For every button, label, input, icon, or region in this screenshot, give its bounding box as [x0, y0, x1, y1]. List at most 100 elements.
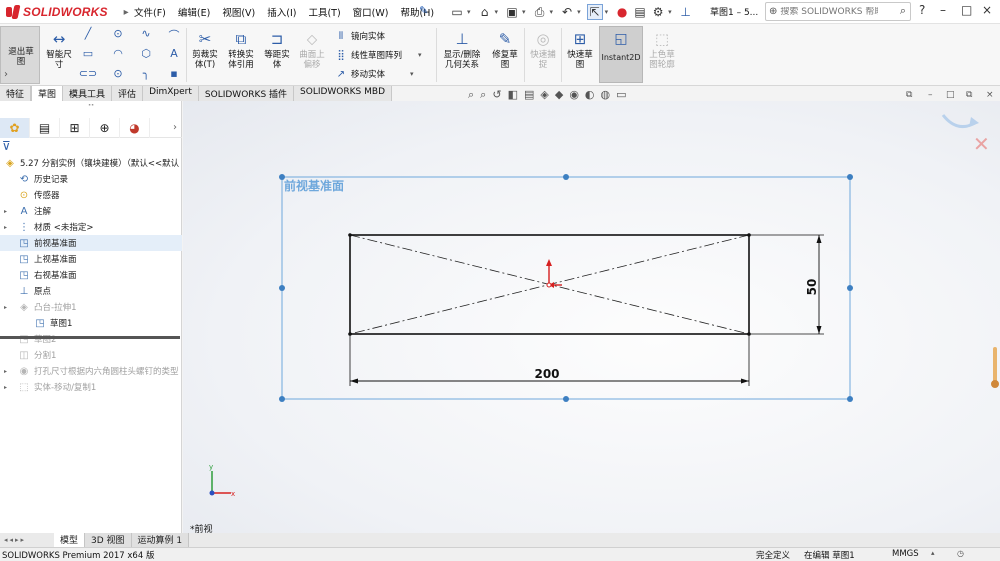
tree-item[interactable]: ◫ 分割1	[0, 347, 182, 363]
expand-toggle-icon[interactable]: ▸	[4, 304, 12, 311]
rollback-bar[interactable]	[0, 336, 180, 339]
tab-sketch[interactable]: 草图	[31, 86, 64, 101]
rebuild-icon[interactable]: ●	[614, 4, 630, 20]
select-dropdown-icon[interactable]: ▾	[605, 8, 609, 16]
hide-show-items-icon[interactable]: ◉	[569, 88, 579, 102]
open-icon[interactable]: ⌂	[477, 4, 493, 20]
tree-item[interactable]: ◳ 右视基准面	[0, 267, 182, 283]
close-button[interactable]: ×	[982, 3, 992, 17]
offset-entities-button[interactable]: ⊐ 等距实 体	[262, 26, 292, 84]
property-manager-icon[interactable]: ▤	[30, 117, 60, 138]
display-delete-relations-button[interactable]: ⊥ 显示/删除 几何关系	[439, 26, 485, 84]
text-icon[interactable]: A	[164, 47, 184, 63]
tab-evaluate[interactable]: 评估	[112, 86, 144, 101]
front-plane-boundary[interactable]	[281, 176, 851, 400]
tab-solidworks-addins[interactable]: SOLIDWORKS 插件	[199, 86, 295, 101]
centerline-icon[interactable]: ╮	[136, 67, 156, 83]
tab-3d-views[interactable]: 3D 视图	[85, 533, 132, 547]
undo-icon[interactable]: ↶	[559, 4, 575, 20]
trim-entities-button[interactable]: ✂ 剪裁实 体(T)	[189, 26, 221, 84]
status-units[interactable]: MMGS	[892, 549, 919, 559]
rapid-sketch-button[interactable]: ⊞ 快速草 图	[563, 26, 597, 84]
exit-sketch-button[interactable]: › 退出草 图	[0, 26, 40, 84]
zoom-to-fit-icon[interactable]: ⌕	[468, 88, 474, 102]
help-button[interactable]: ?	[919, 3, 925, 17]
tree-item[interactable]: ▸ ⬚ 实体-移动/复制1	[0, 379, 182, 395]
expand-toggle-icon[interactable]: ▸	[4, 384, 12, 391]
feature-manager-icon[interactable]: ✿	[0, 117, 30, 138]
menu-help[interactable]: 帮助(H)	[400, 5, 434, 19]
status-icon[interactable]: ◷	[957, 549, 964, 558]
tab-mold-tools[interactable]: 模具工具	[63, 86, 113, 101]
new-icon[interactable]: ▭	[449, 4, 465, 20]
plane-handle[interactable]	[563, 396, 569, 402]
view-orientation-icon[interactable]: ◈	[540, 88, 548, 102]
section-view-icon[interactable]: ◧	[508, 88, 518, 102]
display-style-icon[interactable]: ◆	[555, 88, 563, 102]
tab-solidworks-mbd[interactable]: SOLIDWORKS MBD	[294, 86, 392, 101]
menu-tools[interactable]: 工具(T)	[308, 5, 340, 19]
dynamic-annotation-icon[interactable]: ▤	[524, 88, 534, 102]
tree-item[interactable]: ⊥ 原点	[0, 283, 182, 299]
plane-handle[interactable]	[563, 174, 569, 180]
viewport-close-icon[interactable]: ×	[986, 90, 994, 100]
menu-window[interactable]: 窗口(W)	[353, 5, 389, 19]
mirror-entities-button[interactable]: ⫴ 镜向实体	[334, 28, 385, 44]
arc-icon[interactable]: ◠	[108, 47, 128, 63]
tab-motion-study[interactable]: 运动算例 1	[131, 533, 190, 547]
minimize-button[interactable]: –	[940, 3, 946, 17]
quick-snaps-button[interactable]: ◎ 快速捕 捉	[527, 26, 559, 84]
viewport-restore-icon[interactable]: ⧉	[906, 90, 912, 100]
menu-view[interactable]: 视图(V)	[222, 5, 255, 19]
menu-edit[interactable]: 编辑(E)	[178, 5, 210, 19]
more-tabs-chevron-icon[interactable]: ›	[173, 122, 177, 133]
pin-toolbar-icon[interactable]: ⊥	[678, 4, 694, 20]
menu-insert[interactable]: 插入(I)	[267, 5, 296, 19]
panel-grip[interactable]: ⠒	[0, 101, 182, 117]
save-dropdown-icon[interactable]: ▾	[522, 8, 526, 16]
pin-icon[interactable]: ✎	[419, 4, 428, 17]
viewport-tile-icon[interactable]: ⧉	[966, 90, 972, 100]
search-box[interactable]: ⊕ ⌕	[765, 2, 911, 21]
options-icon[interactable]: ⚙	[650, 4, 666, 20]
view-settings-icon[interactable]: ▭	[616, 88, 626, 102]
dimension-height-value[interactable]: 50	[805, 279, 819, 296]
print-dropdown-icon[interactable]: ▾	[550, 8, 554, 16]
tree-item[interactable]: ▸ ◈ 凸台-拉伸1	[0, 299, 182, 315]
undo-dropdown-icon[interactable]: ▾	[577, 8, 581, 16]
tree-item[interactable]: ▸ A 注解	[0, 203, 182, 219]
sketch-point[interactable]	[348, 233, 352, 237]
tree-item[interactable]: ◳ 草图1	[0, 315, 182, 331]
offset-on-surface-button[interactable]: ⬦ 曲面上 偏移	[296, 26, 328, 84]
plane-handle[interactable]	[279, 396, 285, 402]
plane-handle[interactable]	[279, 285, 285, 291]
configuration-manager-icon[interactable]: ⊞	[60, 117, 90, 138]
sketch-fillet-icon[interactable]: ⌒	[164, 27, 184, 43]
tree-item[interactable]: ◳ 前视基准面	[0, 235, 182, 251]
rectangle-icon[interactable]: ▭	[78, 47, 98, 63]
expand-toggle-icon[interactable]: ▸	[4, 368, 12, 375]
viewport-minimize-icon[interactable]: –	[928, 90, 933, 100]
origin-icon[interactable]	[546, 259, 562, 288]
options-dropdown-icon[interactable]: ▾	[668, 8, 672, 16]
tree-item[interactable]: ◳ 上视基准面	[0, 251, 182, 267]
plane-handle[interactable]	[847, 396, 853, 402]
expand-toggle-icon[interactable]: ▸	[4, 208, 12, 215]
new-dropdown-icon[interactable]: ▾	[467, 8, 471, 16]
dimension-height[interactable]: 50	[749, 234, 824, 335]
line-icon[interactable]: ╱	[78, 27, 98, 43]
search-icon[interactable]: ⌕	[900, 4, 906, 18]
print-icon[interactable]: ⎙	[532, 4, 548, 20]
polygon-icon[interactable]: ⬡	[136, 47, 156, 63]
select-icon[interactable]: ⇱	[586, 4, 603, 20]
units-dropdown-icon[interactable]: ▴	[931, 549, 935, 557]
smart-dimension-button[interactable]: ↔ 智能尺 寸	[42, 26, 76, 84]
pattern-dropdown-icon[interactable]: ▾	[418, 51, 422, 59]
save-icon[interactable]: ▣	[504, 4, 520, 20]
rollback-thermometer[interactable]	[991, 347, 999, 388]
display-manager-icon[interactable]: ◕	[120, 117, 150, 138]
menu-file[interactable]: 文件(F)	[134, 5, 166, 19]
point-icon[interactable]: ⊙	[108, 67, 128, 83]
search-input[interactable]	[780, 6, 879, 17]
tab-features[interactable]: 特征	[0, 86, 32, 101]
